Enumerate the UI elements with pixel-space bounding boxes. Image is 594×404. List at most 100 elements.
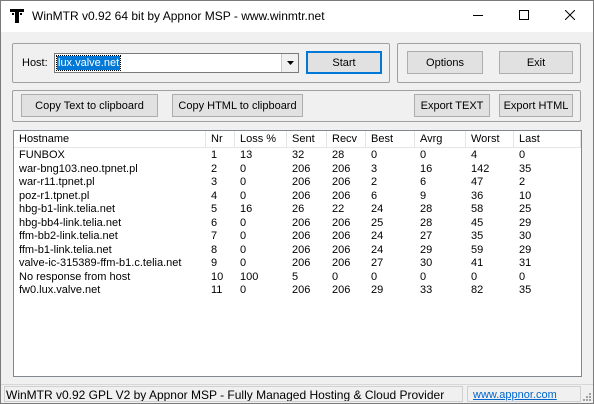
table-row[interactable]: ffm-bb2-link.telia.net 7 0 206 206 24 27 35 30 (14, 230, 581, 244)
minimize-button[interactable] (455, 1, 501, 32)
cell-last: 0 (519, 270, 526, 283)
cell-best: 6 (371, 189, 378, 202)
export-text-button[interactable]: Export TEXT (414, 94, 490, 117)
cell-loss: 0 (240, 284, 247, 296)
close-button[interactable] (547, 1, 593, 32)
cell-hostname: ffm-bb2-link.telia.net (19, 230, 118, 242)
cell-nr: 8 (211, 243, 218, 256)
table-row[interactable]: fw0.lux.valve.net 11 0 206 206 29 33 82 35 (14, 284, 581, 298)
table-row[interactable]: war-r11.tpnet.pl 3 0 206 206 2 6 47 2 (14, 176, 581, 190)
cell-hostname: poz-r1.tpnet.pl (19, 189, 90, 202)
cell-worst: 82 (471, 284, 484, 296)
host-input[interactable]: lux.valve.net (55, 55, 122, 71)
column-header-last[interactable]: Last (514, 131, 581, 148)
column-header-loss[interactable]: Loss % (235, 131, 287, 148)
cell-loss: 0 (240, 189, 247, 202)
table-row[interactable]: poz-r1.tpnet.pl 4 0 206 206 6 9 36 10 (14, 190, 581, 204)
cell-avrg: 29 (420, 243, 433, 256)
cell-loss: 0 (240, 216, 247, 229)
table-row[interactable]: No response from host 10 100 5 0 0 0 0 0 (14, 271, 581, 285)
cell-loss: 0 (240, 230, 247, 242)
exit-button[interactable]: Exit (499, 51, 573, 74)
cell-nr: 4 (211, 189, 218, 202)
cell-hostname: fw0.lux.valve.net (19, 284, 101, 296)
status-bar: WinMTR v0.92 GPL V2 by Appnor MSP - Full… (1, 384, 593, 403)
cell-nr: 10 (211, 270, 224, 283)
host-combobox[interactable]: lux.valve.net (54, 53, 299, 73)
cell-nr: 3 (211, 176, 218, 188)
cell-best: 25 (371, 216, 384, 229)
cell-nr: 5 (211, 203, 218, 215)
copy-html-button[interactable]: Copy HTML to clipboard (172, 94, 303, 117)
cell-hostname: hbg-b1-link.telia.net (19, 203, 116, 215)
cell-hostname: hbg-bb4-link.telia.net (19, 216, 122, 229)
cell-worst: 41 (471, 257, 484, 269)
cell-avrg: 33 (420, 284, 433, 296)
column-header-hostname[interactable]: Hostname (14, 131, 206, 148)
cell-sent: 5 (292, 270, 299, 283)
cell-last: 25 (519, 203, 532, 215)
host-label: Host: (22, 57, 48, 69)
column-header-worst[interactable]: Worst (466, 131, 514, 148)
cell-avrg: 0 (420, 270, 427, 283)
cell-avrg: 28 (420, 203, 433, 215)
resize-grip-icon[interactable] (581, 391, 592, 402)
column-header-best[interactable]: Best (366, 131, 415, 148)
cell-loss: 13 (240, 149, 253, 161)
cell-sent: 206 (292, 230, 311, 242)
cell-loss: 0 (240, 176, 247, 188)
cell-worst: 58 (471, 203, 484, 215)
table-row[interactable]: hbg-bb4-link.telia.net 6 0 206 206 25 28 45 29 (14, 217, 581, 231)
cell-avrg: 30 (420, 257, 433, 269)
cell-worst: 4 (471, 149, 478, 161)
cell-loss: 0 (240, 257, 247, 269)
cell-worst: 45 (471, 216, 484, 229)
cell-hostname: war-r11.tpnet.pl (19, 176, 95, 188)
cell-recv: 206 (332, 189, 351, 202)
column-header-sent[interactable]: Sent (287, 131, 327, 148)
cell-best: 2 (371, 176, 378, 188)
maximize-button[interactable] (501, 1, 547, 32)
cell-recv: 206 (332, 284, 351, 296)
cell-last: 35 (519, 162, 532, 175)
appnor-link[interactable]: www.appnor.com (467, 386, 581, 402)
column-header-avrg[interactable]: Avrg (415, 131, 466, 148)
cell-worst: 59 (471, 243, 484, 256)
cell-recv: 206 (332, 257, 351, 269)
cell-recv: 22 (332, 203, 345, 215)
cell-last: 10 (519, 189, 532, 202)
trace-results-list[interactable]: Hostname Nr Loss % Sent Recv Best Avrg W… (13, 130, 582, 377)
copy-text-button[interactable]: Copy Text to clipboard (21, 94, 158, 117)
cell-best: 0 (371, 270, 378, 283)
column-header-recv[interactable]: Recv (327, 131, 366, 148)
cell-loss: 0 (240, 162, 247, 175)
title-bar[interactable]: WinMTR v0.92 64 bit by Appnor MSP - www.… (1, 1, 593, 32)
cell-last: 0 (519, 149, 526, 161)
cell-worst: 142 (471, 162, 490, 175)
cell-worst: 47 (471, 176, 484, 188)
cell-avrg: 16 (420, 162, 433, 175)
cell-recv: 0 (332, 270, 339, 283)
table-row[interactable]: FUNBOX 1 13 32 28 0 0 4 0 (14, 149, 581, 163)
cell-recv: 206 (332, 176, 351, 188)
cell-avrg: 28 (420, 216, 433, 229)
table-row[interactable]: war-bng103.neo.tpnet.pl 2 0 206 206 3 16 142 35 (14, 163, 581, 177)
options-button[interactable]: Options (407, 51, 483, 74)
cell-last: 30 (519, 230, 532, 242)
list-body: FUNBOX 1 13 32 28 0 0 4 0 war-bng103.neo.tpnet.pl… (14, 149, 581, 298)
cell-last: 29 (519, 243, 532, 256)
cell-last: 35 (519, 284, 532, 296)
cell-last: 29 (519, 216, 532, 229)
table-row[interactable]: hbg-b1-link.telia.net 5 16 26 22 24 28 58 25 (14, 203, 581, 217)
cell-sent: 206 (292, 189, 311, 202)
dropdown-arrow-icon[interactable] (281, 54, 298, 72)
table-row[interactable]: valve-ic-315389-ffm-b1.c.telia.net 9 0 206 2… (14, 257, 581, 271)
table-row[interactable]: ffm-b1-link.telia.net 8 0 206 206 24 29 59 29 (14, 244, 581, 258)
export-html-button[interactable]: Export HTML (499, 94, 573, 117)
cell-avrg: 9 (420, 189, 427, 202)
cell-sent: 206 (292, 216, 311, 229)
cell-best: 24 (371, 230, 384, 242)
start-button[interactable]: Start (306, 51, 382, 74)
cell-sent: 206 (292, 243, 311, 256)
column-header-nr[interactable]: Nr (206, 131, 235, 148)
